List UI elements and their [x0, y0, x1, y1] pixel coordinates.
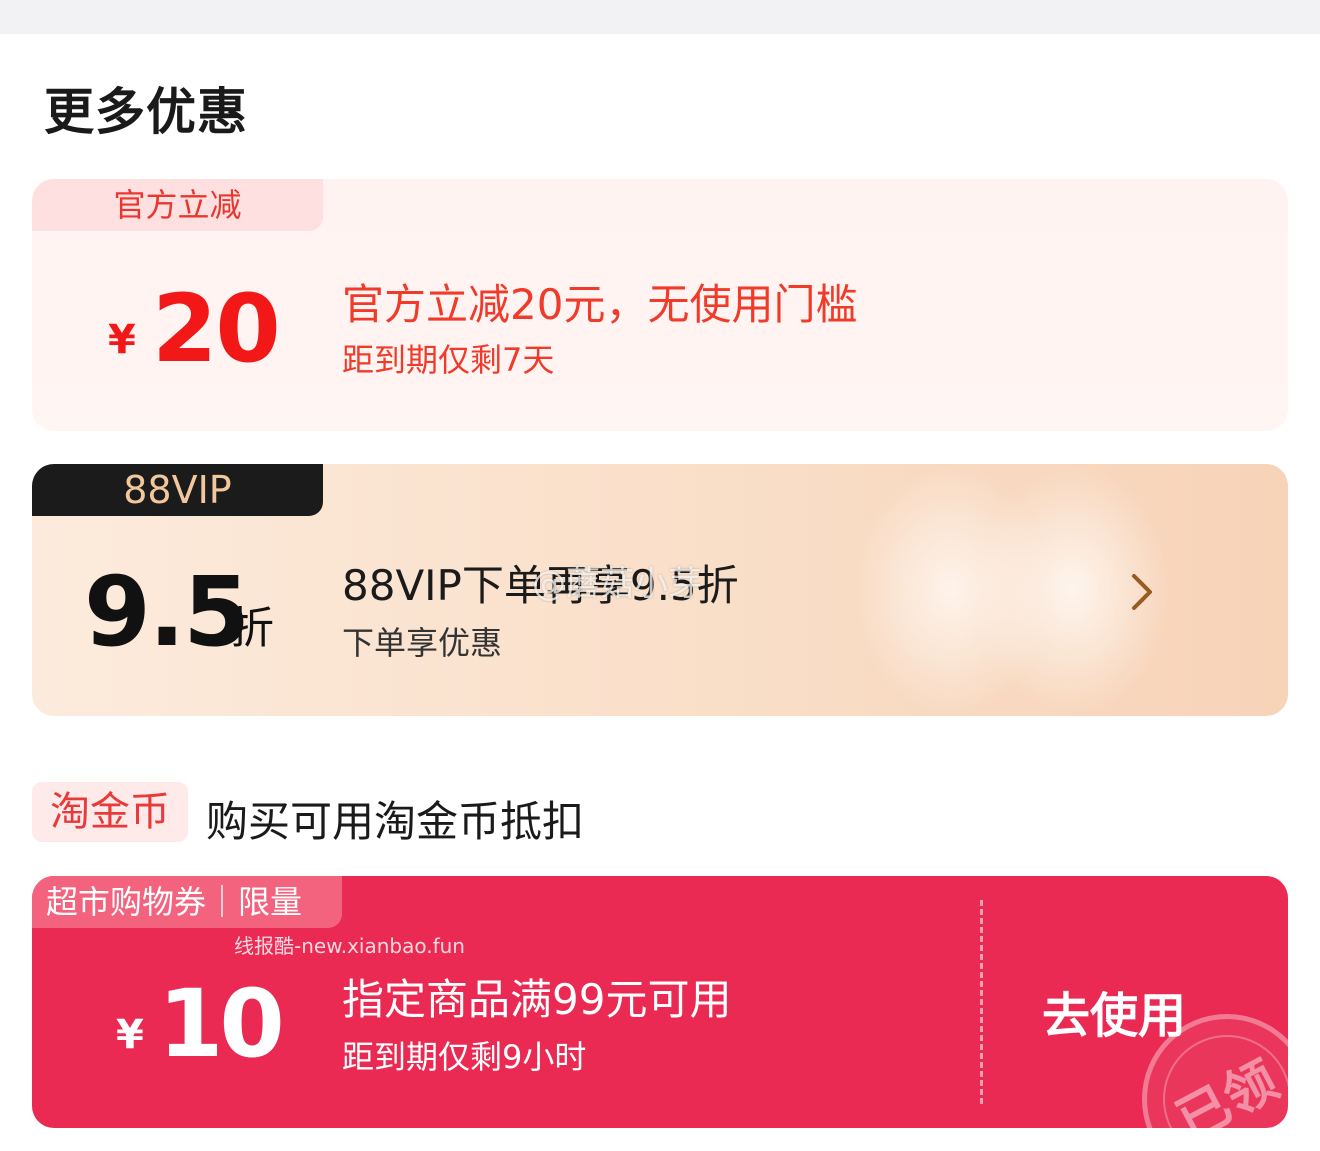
weibo-watermark: @蘑菇小芽 [532, 564, 702, 604]
use-coupon-button[interactable]: 去使用 [1042, 976, 1186, 1046]
official-discount-amount: 20 [152, 275, 281, 384]
vip-discount-value: 9.5 [84, 556, 250, 668]
coupon-currency-symbol: ¥ [116, 1012, 144, 1058]
coupon-condition: 指定商品满99元可用 [342, 975, 732, 1024]
section-title: 更多优惠 [44, 83, 248, 141]
coupon-divider [980, 900, 983, 1104]
top-strip [0, 0, 1320, 34]
site-watermark: 线报酷-new.xianbao.fun [234, 934, 465, 958]
coupon-amount: 10 [158, 970, 285, 1079]
supermarket-coupon-card[interactable]: 超市购物券｜限量 ¥ 10 指定商品满99元可用 距到期仅剩9小时 已领 去使用 [32, 876, 1288, 1128]
official-discount-expiry: 距到期仅剩7天 [342, 341, 555, 379]
taocoin-badge: 淘金币 [32, 782, 188, 842]
official-discount-description: 官方立减20元，无使用门槛 [342, 280, 858, 329]
taocoin-description: 购买可用淘金币抵扣 [206, 797, 585, 846]
chevron-right-icon[interactable] [1124, 572, 1160, 612]
coupon-expiry: 距到期仅剩9小时 [342, 1038, 587, 1076]
coupon-tag: 超市购物券｜限量 [32, 876, 342, 928]
official-discount-tag: 官方立减 [32, 179, 323, 231]
vip-discount-subtext: 下单享优惠 [342, 624, 503, 662]
official-discount-card[interactable]: 官方立减 ¥ 20 官方立减20元，无使用门槛 距到期仅剩7天 [32, 179, 1288, 431]
vip-discount-unit: 折 [230, 603, 274, 654]
vip-tag: 88VIP [32, 464, 323, 516]
official-currency-symbol: ¥ [108, 317, 136, 363]
